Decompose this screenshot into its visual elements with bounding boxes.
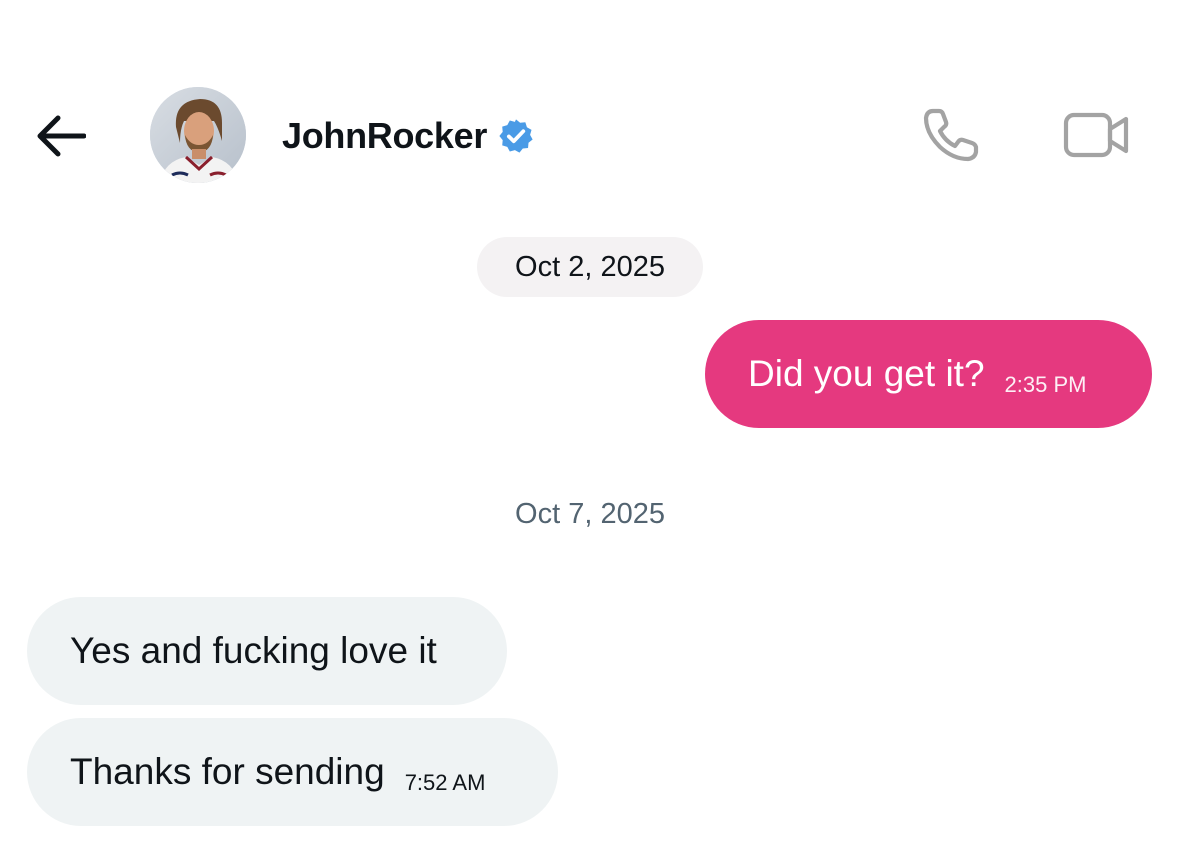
outgoing-message-bubble[interactable]: Did you get it? 2:35 PM — [705, 320, 1152, 428]
message-timestamp: 2:35 PM — [1004, 372, 1087, 397]
contact-name-group[interactable]: JohnRocker — [282, 112, 535, 160]
contact-name: JohnRocker — [282, 115, 488, 156]
contact-avatar[interactable] — [150, 87, 246, 183]
verified-badge-icon — [497, 117, 535, 155]
voice-call-button[interactable] — [918, 104, 984, 166]
incoming-message-bubble[interactable]: Thanks for sending 7:52 AM — [27, 718, 558, 826]
date-separator: Oct 7, 2025 — [515, 497, 665, 530]
video-call-button[interactable] — [1058, 104, 1134, 166]
back-button[interactable] — [30, 108, 90, 164]
message-text: Did you get it? — [748, 353, 985, 394]
phone-icon — [923, 108, 979, 162]
message-text: Thanks for sending — [70, 751, 385, 792]
date-separator: Oct 2, 2025 — [477, 237, 703, 297]
message-timestamp: 7:52 AM — [404, 770, 486, 795]
avatar-photo — [150, 87, 246, 183]
video-camera-icon — [1063, 112, 1129, 158]
conversation-header: JohnRocker — [0, 0, 1179, 230]
message-text: Yes and fucking love it — [70, 630, 437, 671]
arrow-left-icon — [37, 115, 86, 157]
incoming-message-bubble[interactable]: Yes and fucking love it — [27, 597, 507, 705]
